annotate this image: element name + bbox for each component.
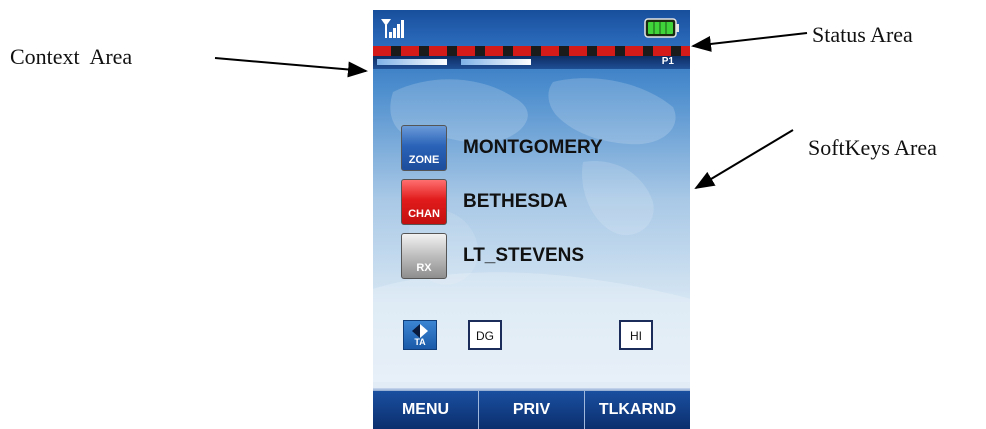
rx-tile-icon: RX	[401, 233, 447, 279]
menu-softkey[interactable]: MENU	[373, 391, 479, 429]
page-indicator: P1	[661, 56, 674, 67]
hi-power-indicator: HI	[619, 320, 653, 350]
talkaround-indicator: TA	[403, 320, 437, 350]
zone-tile-label: ZONE	[408, 154, 440, 166]
status-area-arrow	[691, 32, 808, 52]
status-alert-strip	[373, 46, 690, 56]
zone-name: MONTGOMERY	[463, 137, 603, 158]
signal-antenna-icon	[381, 19, 404, 38]
channel-tile-label: CHAN	[408, 208, 440, 220]
tlkarnd-softkey[interactable]: TLKARND	[585, 391, 690, 429]
rx-tile-label: RX	[416, 262, 432, 274]
zone-tile-icon: ZONE	[401, 125, 447, 171]
rx-name: LT_STEVENS	[463, 245, 585, 266]
softkeys-area-arrow	[694, 129, 794, 190]
talkaround-label: TA	[414, 337, 426, 347]
context-area-arrow	[214, 57, 368, 78]
dg-label: DG	[476, 329, 494, 343]
channel-tile-icon: CHAN	[401, 179, 447, 225]
priv-softkey[interactable]: PRIV	[479, 391, 585, 429]
softkeys-bar: MENU PRIV TLKARND	[373, 391, 690, 429]
context-progress-stripe	[377, 59, 447, 65]
context-bar: P1	[373, 56, 690, 69]
hi-label: HI	[630, 329, 642, 343]
dg-indicator: DG	[468, 320, 502, 350]
radio-display: P1 ZONE MONTGOMERY CHAN BETHESDA RX LT_S…	[373, 10, 690, 429]
status-bar	[373, 10, 690, 46]
context-progress-stripe	[461, 59, 531, 65]
battery-full-icon	[644, 18, 679, 38]
channel-name: BETHESDA	[463, 191, 568, 212]
